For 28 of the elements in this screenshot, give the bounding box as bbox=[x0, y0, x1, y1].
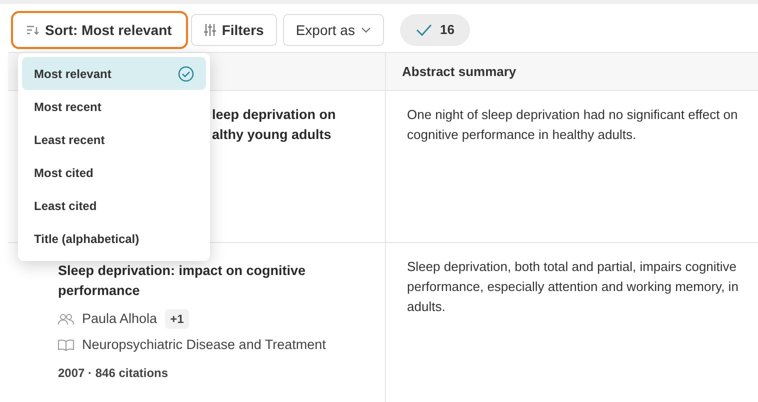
filter-icon bbox=[204, 24, 216, 36]
author-name: Paula Alhola bbox=[82, 310, 158, 328]
paper-title[interactable]: leep deprivation on bbox=[212, 105, 375, 125]
selected-count-button[interactable]: 16 bbox=[400, 14, 470, 46]
sort-button[interactable]: Sort: Most relevant bbox=[14, 14, 185, 46]
people-icon bbox=[58, 313, 74, 326]
sort-option[interactable]: Most recent bbox=[22, 90, 206, 123]
column-header: Abstract summary bbox=[386, 53, 758, 91]
paper-title[interactable]: performance bbox=[58, 281, 375, 301]
paper-title[interactable]: Sleep deprivation: impact on cognitive bbox=[58, 261, 375, 281]
paper-title[interactable]: althy young adults bbox=[212, 125, 375, 145]
abstract-summary: Sleep deprivation, both total and partial, impairs cognitive performance, especially attention and working memory, in adults. bbox=[407, 258, 740, 316]
year-citations: 2007 · 846 citations bbox=[58, 364, 170, 382]
sort-option[interactable]: Title (alphabetical) bbox=[22, 222, 206, 255]
sort-option[interactable]: Most cited bbox=[22, 156, 206, 189]
more-authors-badge[interactable]: +1 bbox=[165, 309, 189, 330]
check-circle-icon bbox=[178, 66, 194, 82]
checkmark-icon bbox=[416, 24, 432, 36]
book-icon bbox=[58, 339, 74, 352]
journal-name: Neuropsychiatric Disease and Treatment bbox=[82, 336, 326, 354]
sort-icon bbox=[27, 25, 39, 35]
abstract-summary: One night of sleep deprivation had no significant effect on cognitive performance in healthy adults. bbox=[407, 106, 739, 144]
export-button[interactable]: Export as bbox=[282, 14, 384, 46]
chevron-down-icon bbox=[360, 27, 371, 33]
filters-button[interactable]: Filters bbox=[190, 14, 277, 46]
sort-option[interactable]: Most relevant bbox=[22, 57, 206, 90]
sort-option[interactable]: Least recent bbox=[22, 123, 206, 156]
sort-option[interactable]: Least cited bbox=[22, 189, 206, 222]
